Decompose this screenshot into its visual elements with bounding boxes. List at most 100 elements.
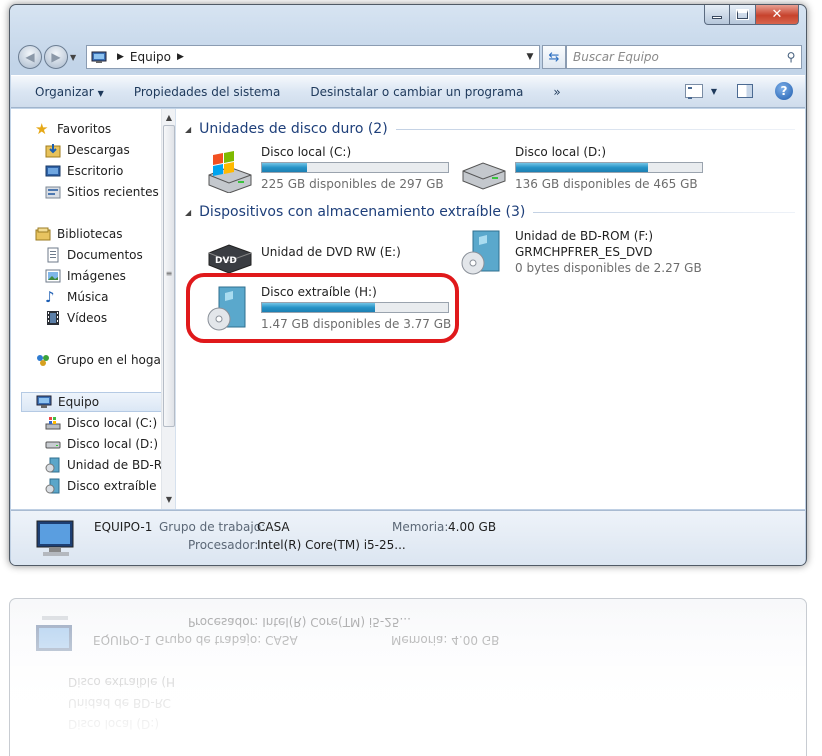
drive-d-usage-fill bbox=[516, 163, 649, 172]
videos-icon bbox=[47, 311, 59, 325]
drive-d[interactable]: Disco local (D:) 136 GB disponibles de 4… bbox=[459, 143, 709, 193]
nav-documents[interactable]: Documentos bbox=[45, 245, 143, 265]
scroll-grip-icon: ≡ bbox=[165, 269, 173, 278]
drive-d-name: Disco local (D:) bbox=[515, 145, 607, 159]
maximize-icon bbox=[736, 9, 749, 20]
breadcrumb-equipo[interactable]: Equipo bbox=[130, 50, 171, 64]
title-buttons: ✕ bbox=[704, 5, 799, 25]
svg-text:DVD: DVD bbox=[215, 256, 237, 266]
nav-libraries[interactable]: Bibliotecas bbox=[35, 224, 122, 244]
libraries-icon bbox=[35, 227, 51, 241]
organize-button[interactable]: Organizar ▼ bbox=[35, 85, 104, 99]
removable-disk-icon bbox=[45, 478, 60, 494]
nav-drive-c[interactable]: Disco local (C:) bbox=[45, 413, 157, 433]
group-removable[interactable]: ◢ Dispositivos con almacenamiento extraí… bbox=[185, 202, 795, 222]
nav-recent-places[interactable]: Sitios recientes bbox=[45, 182, 159, 202]
nav-images[interactable]: Imágenes bbox=[45, 266, 126, 286]
nav-drive-h-label: Disco extraíble (H bbox=[67, 479, 175, 493]
nav-music-label: Música bbox=[67, 290, 109, 304]
workgroup-value: CASA bbox=[257, 520, 290, 534]
change-view-icon[interactable] bbox=[684, 84, 703, 99]
computer-icon bbox=[36, 395, 52, 408]
nav-downloads[interactable]: Descargas bbox=[45, 140, 130, 160]
processor-value: Intel(R) Core(TM) i5-25... bbox=[257, 538, 406, 552]
windows-drive-icon bbox=[208, 151, 252, 193]
group-hard-disks[interactable]: ◢ Unidades de disco duro (2) bbox=[185, 119, 795, 139]
computer-icon bbox=[36, 520, 74, 556]
group-divider bbox=[533, 211, 795, 213]
scroll-up-icon[interactable]: ▲ bbox=[162, 111, 175, 125]
group-hard-disks-label: Unidades de disco duro (2) bbox=[199, 121, 388, 137]
scroll-down-icon[interactable]: ▼ bbox=[162, 493, 175, 507]
recent-places-icon bbox=[45, 186, 61, 199]
forward-arrow-icon: ▶ bbox=[51, 50, 61, 64]
nav-computer[interactable]: Equipo bbox=[21, 392, 169, 412]
drive-c-free-space: 225 GB disponibles de 297 GB bbox=[261, 177, 444, 191]
minimize-button[interactable] bbox=[704, 5, 730, 25]
nav-desktop-label: Escritorio bbox=[67, 164, 124, 178]
more-commands-button[interactable]: » bbox=[553, 85, 560, 99]
drive-c-usage-fill bbox=[262, 163, 307, 172]
nav-homegroup[interactable]: Grupo en el hogar bbox=[35, 350, 166, 370]
nav-drive-c-label: Disco local (C:) bbox=[67, 416, 158, 430]
nav-favorites[interactable]: ★ Favoritos bbox=[35, 119, 111, 139]
preview-pane-icon[interactable] bbox=[737, 84, 753, 98]
drive-e[interactable]: DVD Unidad de DVD RW (E:) bbox=[205, 227, 455, 277]
maximize-button[interactable] bbox=[730, 5, 756, 25]
uninstall-program-button[interactable]: Desinstalar o cambiar un programa bbox=[310, 85, 523, 99]
search-icon[interactable]: ⚲ bbox=[781, 50, 801, 64]
homegroup-icon bbox=[37, 355, 49, 366]
command-bar: Organizar ▼ Propiedades del sistema Desin… bbox=[11, 75, 805, 108]
downloads-icon bbox=[45, 144, 61, 158]
back-button[interactable]: ◀ bbox=[18, 45, 42, 69]
address-dropdown-icon[interactable]: ▼ bbox=[521, 46, 539, 68]
details-pane: EQUIPO-1 Grupo de trabajo: CASA Memoria:… bbox=[11, 510, 805, 565]
drive-f[interactable]: Unidad de BD-ROM (F:) GRMCHPFRER_ES_DVD … bbox=[459, 227, 709, 277]
documents-icon bbox=[47, 247, 59, 263]
nav-favorites-label: Favoritos bbox=[57, 122, 112, 136]
chevron-down-icon: ▼ bbox=[97, 88, 104, 98]
nav-downloads-label: Descargas bbox=[67, 143, 130, 157]
drive-d-free-space: 136 GB disponibles de 465 GB bbox=[515, 177, 698, 191]
nav-images-label: Imágenes bbox=[67, 269, 126, 283]
hard-drive-icon bbox=[462, 162, 506, 190]
refresh-icon: ⇆ bbox=[548, 49, 560, 65]
search-input[interactable]: Buscar Equipo bbox=[573, 50, 781, 64]
memory-value: 4.00 GB bbox=[448, 520, 497, 534]
refresh-button[interactable]: ⇆ bbox=[542, 45, 566, 69]
windows-drive-icon bbox=[45, 417, 61, 430]
collapse-icon[interactable]: ◢ bbox=[185, 208, 191, 217]
nav-music[interactable]: ♪ Música bbox=[45, 287, 109, 307]
nav-recent-label: Sitios recientes bbox=[67, 185, 159, 199]
nav-desktop[interactable]: Escritorio bbox=[45, 161, 123, 181]
drive-f-free-space: 0 bytes disponibles de 2.27 GB bbox=[515, 261, 702, 275]
recent-pages-dropdown[interactable]: ▼ bbox=[70, 53, 80, 62]
nav-scrollbar[interactable]: ▲ ≡ ▼ bbox=[161, 109, 175, 509]
group-removable-label: Dispositivos con almacenamiento extraíbl… bbox=[199, 204, 526, 220]
bd-rom-drive-icon bbox=[45, 457, 60, 473]
workgroup-label: Grupo de trabajo: bbox=[159, 520, 266, 534]
window-reflection: Procesador: Intel(R) Core(TM) i5-25... E… bbox=[9, 598, 807, 756]
drive-c[interactable]: Disco local (C:) 225 GB disponibles de 2… bbox=[205, 143, 455, 193]
collapse-icon[interactable]: ◢ bbox=[185, 125, 191, 134]
desktop-icon bbox=[45, 165, 61, 177]
nav-drive-f[interactable]: Unidad de BD-RC bbox=[45, 455, 170, 475]
nav-videos[interactable]: Vídeos bbox=[45, 308, 107, 328]
view-dropdown-icon[interactable]: ▼ bbox=[711, 87, 717, 96]
nav-drive-d[interactable]: Disco local (D:) bbox=[45, 434, 158, 454]
search-box[interactable]: Buscar Equipo ⚲ bbox=[566, 45, 802, 69]
system-properties-button[interactable]: Propiedades del sistema bbox=[134, 85, 281, 99]
forward-button[interactable]: ▶ bbox=[44, 45, 68, 69]
close-icon: ✕ bbox=[771, 7, 783, 22]
organize-label: Organizar bbox=[35, 84, 94, 99]
breadcrumb-separator-icon[interactable]: ▶ bbox=[117, 52, 124, 62]
highlight-annotation bbox=[186, 273, 459, 343]
star-icon: ★ bbox=[35, 120, 49, 138]
drive-f-name: Unidad de BD-ROM (F:) bbox=[515, 229, 654, 243]
close-button[interactable]: ✕ bbox=[756, 5, 799, 25]
address-bar[interactable]: ▶ Equipo ▶ ▼ bbox=[86, 45, 540, 69]
help-icon[interactable]: ? bbox=[775, 82, 793, 100]
nav-drive-h[interactable]: Disco extraíble (H bbox=[45, 476, 174, 496]
breadcrumb-separator-icon[interactable]: ▶ bbox=[177, 52, 184, 62]
computer-icon bbox=[91, 51, 107, 63]
